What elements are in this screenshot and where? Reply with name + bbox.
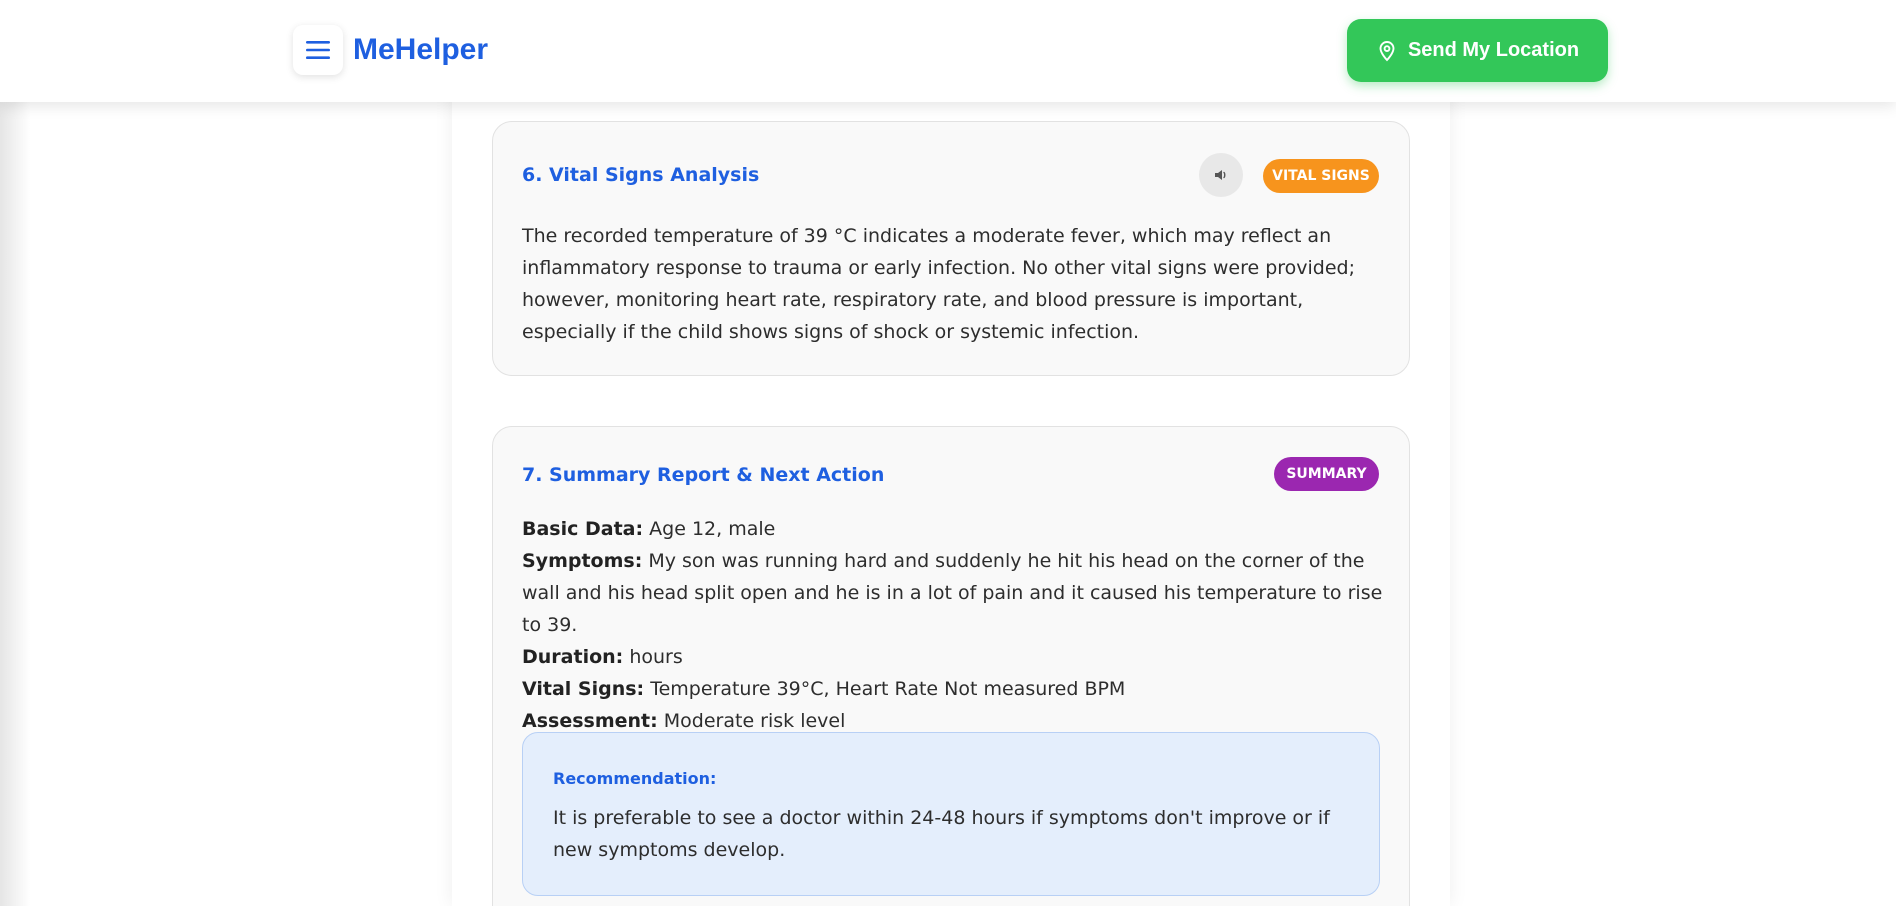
vital-signs-card: 6. Vital Signs Analysis VITAL SIGNS The … [492, 121, 1410, 376]
field-label: Vital Signs: [522, 678, 645, 700]
summary-fields: Basic Data: Age 12, male Symptoms: My so… [522, 513, 1392, 737]
menu-button[interactable] [293, 25, 343, 75]
recommendation-box: Recommendation: It is preferable to see … [522, 732, 1380, 896]
vital-signs-text: The recorded temperature of 39 °C indica… [522, 225, 1356, 343]
recommendation-title: Recommendation: [553, 769, 717, 788]
field-label: Duration: [522, 646, 624, 668]
field-value: hours [629, 646, 683, 668]
summary-card: 7. Summary Report & Next Action SUMMARY … [492, 426, 1410, 906]
send-location-label: Send My Location [1407, 39, 1580, 61]
field-basic-data: Basic Data: Age 12, male [522, 513, 1392, 545]
vital-signs-title: 6. Vital Signs Analysis [522, 164, 760, 186]
field-vital-signs: Vital Signs: Temperature 39°C, Heart Rat… [522, 673, 1392, 705]
recommendation-text: It is preferable to see a doctor within … [553, 807, 1330, 861]
map-pin-icon [1379, 40, 1395, 61]
field-duration: Duration: hours [522, 641, 1392, 673]
hamburger-menu-icon [306, 41, 330, 59]
send-location-button[interactable]: Send My Location [1347, 19, 1608, 82]
brand-logo-text[interactable]: MeHelper [353, 33, 488, 67]
left-edge-shadow [0, 0, 30, 906]
field-value: Moderate risk level [663, 710, 846, 732]
field-value: My son was running hard and suddenly he … [522, 550, 1383, 636]
vital-signs-badge: VITAL SIGNS [1263, 159, 1379, 193]
summary-badge: SUMMARY [1274, 457, 1379, 491]
summary-title: 7. Summary Report & Next Action [522, 464, 885, 486]
field-symptoms: Symptoms: My son was running hard and su… [522, 545, 1392, 641]
top-navigation-bar: MeHelper Send My Location [0, 0, 1896, 102]
field-label: Assessment: [522, 710, 658, 732]
field-value: Age 12, male [649, 518, 776, 540]
field-value: Temperature 39°C, Heart Rate Not measure… [650, 678, 1126, 700]
speaker-icon[interactable] [1199, 153, 1243, 197]
field-label: Basic Data: [522, 518, 644, 540]
field-label: Symptoms: [522, 550, 643, 572]
